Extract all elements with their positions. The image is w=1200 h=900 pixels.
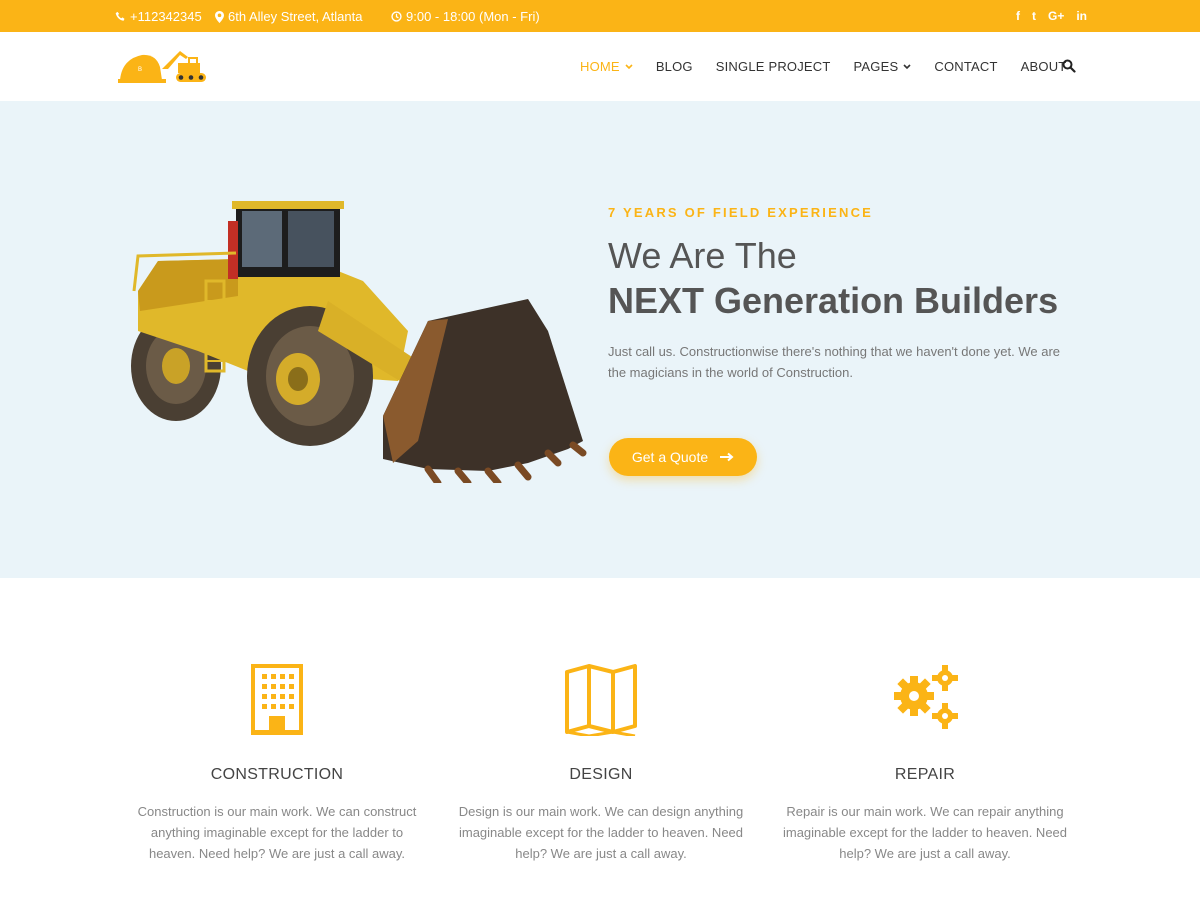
hero-headline-light: We Are The (608, 235, 797, 276)
search-icon[interactable] (1062, 59, 1076, 73)
social-links: f t G+ in (1016, 8, 1087, 24)
svg-text:B: B (138, 67, 142, 73)
google-plus-icon[interactable]: G+ (1048, 8, 1064, 24)
service-title: DESIGN (569, 766, 633, 783)
nav-item-about-label: ABOUT (1020, 59, 1067, 74)
address-text: 6th Alley Street, Atlanta (228, 9, 363, 24)
site-header: B HOME BLOG SINGLE PROJECT PAGES CONTACT… (0, 32, 1200, 101)
phone-icon (115, 11, 125, 21)
hero-section: 7 YEARS OF FIELD EXPERIENCE We Are The N… (0, 101, 1200, 578)
nav-item-contact-label: CONTACT (934, 59, 998, 74)
facebook-icon[interactable]: f (1016, 8, 1020, 24)
service-title: REPAIR (894, 766, 956, 783)
nav-item-single-project[interactable]: SINGLE PROJECT (716, 59, 831, 74)
hero-description: Just call us. Constructionwise there's n… (608, 344, 1061, 380)
nav-item-blog-label: BLOG (655, 59, 693, 74)
wheel-loader-image (131, 201, 587, 483)
site-logo[interactable]: B (118, 47, 210, 85)
chevron-down-icon (625, 63, 633, 69)
get-a-quote-label: Get a Quote (631, 449, 709, 465)
service-description: Design is our main work. We can design a… (458, 804, 744, 861)
nav-item-pages[interactable]: PAGES (854, 59, 912, 74)
nav-item-contact[interactable]: CONTACT (934, 59, 997, 74)
map-marker-icon (215, 10, 224, 23)
nav-item-pages-label: PAGES (853, 59, 899, 74)
services-section: CONSTRUCTION Construction is our main wo… (0, 578, 1200, 900)
top-info-bar: +112342345 6th Alley Street, Atlanta 9:0… (0, 0, 1200, 32)
phone-number: +112342345 (130, 9, 202, 24)
chevron-down-icon (903, 63, 911, 69)
address-info: 6th Alley Street, Atlanta (215, 9, 362, 24)
gears-icon (894, 665, 958, 729)
get-a-quote-button[interactable]: Get a Quote (609, 438, 757, 476)
arrow-right-icon (720, 452, 734, 462)
nav-item-single-project-label: SINGLE PROJECT (715, 59, 831, 74)
nav-item-about[interactable]: ABOUT (1021, 59, 1067, 74)
hours-text: 9:00 - 18:00 (Mon - Fri) (406, 9, 540, 24)
hero-eyebrow: 7 YEARS OF FIELD EXPERIENCE (608, 205, 874, 220)
map-icon (565, 664, 637, 736)
twitter-icon[interactable]: t (1032, 8, 1036, 24)
nav-item-blog[interactable]: BLOG (656, 59, 693, 74)
service-description: Construction is our main work. We can co… (137, 804, 417, 861)
nav-item-home[interactable]: HOME (580, 59, 633, 74)
hours-info: 9:00 - 18:00 (Mon - Fri) (391, 9, 540, 24)
phone-info[interactable]: +112342345 (115, 9, 202, 24)
nav-item-home-label: HOME (580, 59, 620, 74)
linkedin-icon[interactable]: in (1076, 8, 1087, 24)
building-icon (251, 664, 303, 735)
hero-headline-bold: NEXT Generation Builders (608, 280, 1059, 321)
service-description: Repair is our main work. We can repair a… (782, 804, 1068, 861)
clock-icon (391, 11, 402, 22)
service-title: CONSTRUCTION (210, 766, 344, 783)
main-navigation: HOME BLOG SINGLE PROJECT PAGES CONTACT A… (580, 59, 1089, 74)
